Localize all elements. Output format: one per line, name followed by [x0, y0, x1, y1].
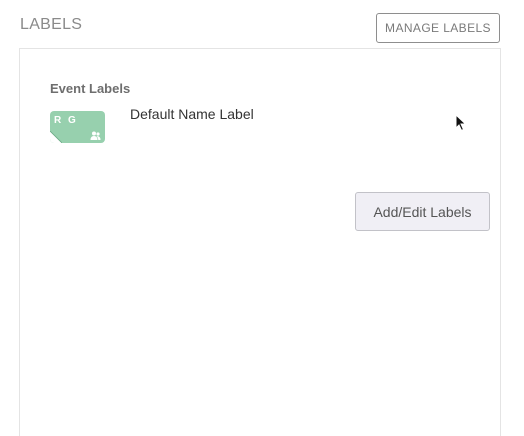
labels-screen: LABELS MANAGE LABELS Event Labels R G De…	[0, 0, 524, 436]
folded-corner-icon	[50, 131, 62, 143]
label-name: Default Name Label	[130, 106, 254, 122]
label-card-thumbnail[interactable]: R G	[50, 111, 105, 143]
labels-panel: Event Labels R G Default Name Label Add/…	[19, 48, 501, 436]
section-title-event-labels: Event Labels	[50, 81, 131, 96]
manage-labels-button[interactable]: MANAGE LABELS	[376, 13, 500, 43]
add-edit-labels-button[interactable]: Add/Edit Labels	[355, 192, 490, 231]
people-icon	[90, 131, 101, 140]
page-title: LABELS	[20, 16, 83, 33]
label-initials: R G	[54, 115, 78, 126]
mouse-cursor-icon	[455, 114, 467, 132]
